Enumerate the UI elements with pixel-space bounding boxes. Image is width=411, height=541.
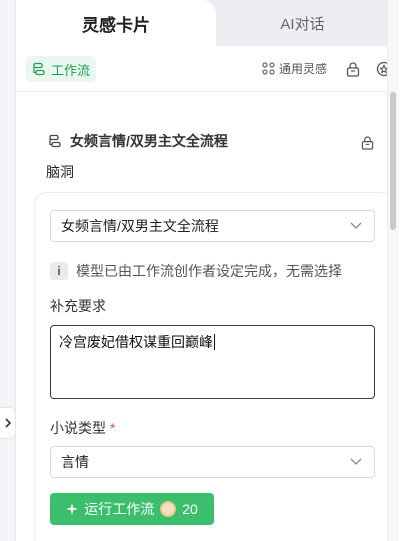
lock-icon [346,61,360,77]
workflow-tab-button[interactable]: 工作流 [26,56,97,82]
general-inspire-label: 通用灵感 [279,62,328,76]
section-label-brainhole: 脑洞 [46,164,74,180]
run-workflow-button[interactable]: 运行工作流 20 [50,493,214,525]
scrollbar-thumb[interactable] [390,92,396,230]
tab-inspiration-cards-label: 灵感卡片 [82,15,150,35]
info-icon: i [50,262,68,280]
general-inspire-button[interactable]: 通用灵感 [262,60,327,77]
collapse-toggle-button[interactable] [0,407,16,439]
novel-type-select[interactable]: 言情 [50,446,375,478]
supplement-textarea[interactable]: 冷宫废妃借权谋重回巅峰 [50,325,375,399]
workflow-title-row: 女频言情/双男主文全流程 [48,131,228,151]
workflow-tab-label: 工作流 [51,62,91,78]
novel-type-label: 小说类型 [50,420,106,436]
toolbar-lock-button[interactable] [344,60,362,78]
tab-bar: AI对话 灵感卡片 [16,0,399,46]
workflow-icon [49,134,61,148]
tab-inspiration-cards[interactable]: 灵感卡片 [16,0,216,46]
required-mark: * [110,420,116,436]
workflow-icon [33,62,45,76]
sparkle-icon [66,503,79,515]
novel-type-label-row: 小说类型 * [50,418,115,438]
run-workflow-label: 运行工作流 [84,501,155,517]
workflow-lock-button[interactable] [361,136,374,155]
lock-icon [361,136,374,150]
toolbar: 工作流 通用灵感 [16,46,399,92]
supplement-label: 补充要求 [50,298,106,314]
scrollbar[interactable] [387,0,399,541]
inspiration-panel: AI对话 灵感卡片 工作流 通用灵感 女频言情/双男主文全流程 脑洞 女频言情/… [16,0,399,541]
supplement-value: 冷宫废妃借权谋重回巅峰 [59,334,213,350]
model-info-row: i 模型已由工作流创作者设定完成，无需选择 [50,261,342,281]
scatter-icon [262,62,275,75]
chevron-down-icon [350,222,362,229]
coin-icon [160,501,177,517]
outer-left-strip [0,0,16,541]
text-caret [214,334,215,350]
workflow-select-value: 女频言情/双男主文全流程 [61,218,219,234]
workflow-select[interactable]: 女频言情/双男主文全流程 [50,210,375,242]
chevron-right-icon [4,418,11,428]
model-info-text: 模型已由工作流创作者设定完成，无需选择 [76,263,342,279]
workflow-title: 女频言情/双男主文全流程 [70,133,228,149]
chevron-down-icon [350,458,362,465]
run-cost: 20 [182,501,198,517]
tab-ai-chat-label: AI对话 [280,15,325,33]
tab-ai-chat[interactable]: AI对话 [206,0,399,46]
novel-type-value: 言情 [61,454,89,470]
